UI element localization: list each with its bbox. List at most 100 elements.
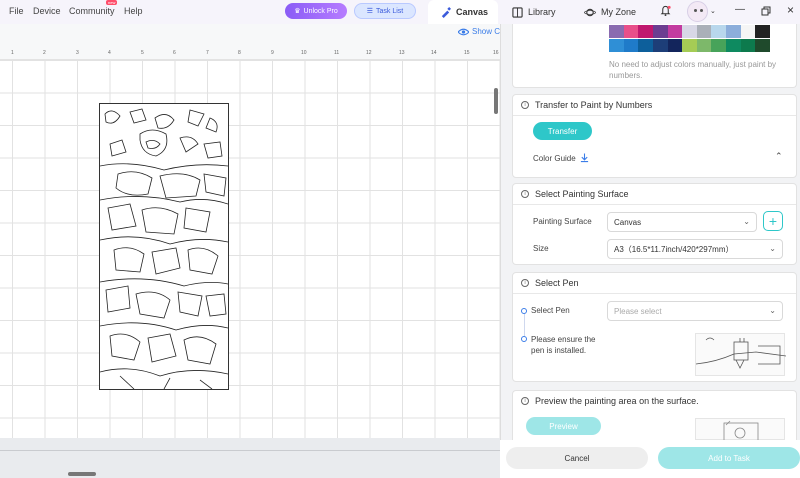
line-art-drawing xyxy=(99,108,229,390)
palette-swatch[interactable] xyxy=(638,25,653,38)
transfer-header: i Transfer to Paint by Numbers xyxy=(513,95,796,115)
show-toggle[interactable]: Show C xyxy=(458,27,500,36)
size-label: Size xyxy=(533,244,549,253)
ruler-tick: 8 xyxy=(238,50,241,56)
tab-canvas-label: Canvas xyxy=(456,7,489,17)
ruler-bottom-line xyxy=(0,450,500,451)
ruler-tick: 1 xyxy=(11,50,14,56)
chevron-down-icon[interactable]: ⌄ xyxy=(710,7,716,15)
palette-swatch[interactable] xyxy=(682,25,697,38)
palette-swatch[interactable] xyxy=(726,39,741,52)
ruler-tick: 4 xyxy=(108,50,111,56)
palette-swatch[interactable] xyxy=(726,25,741,38)
chevron-down-icon: ⌄ xyxy=(769,306,776,315)
preview-image xyxy=(695,418,785,442)
plus-icon: + xyxy=(768,213,778,229)
pen-installation-image xyxy=(695,333,787,376)
ruler-tick: 10 xyxy=(301,50,307,56)
pen-select[interactable]: Please select ⌄ xyxy=(607,301,783,321)
add-surface-button[interactable]: + xyxy=(763,211,783,231)
chevron-up-icon[interactable]: ⌃ xyxy=(775,151,783,162)
preview-header: i Preview the painting area on the surfa… xyxy=(513,391,796,411)
palette-swatch[interactable] xyxy=(653,25,668,38)
transfer-title: Transfer to Paint by Numbers xyxy=(535,100,653,110)
download-icon[interactable] xyxy=(580,153,589,163)
palette-swatch[interactable] xyxy=(755,25,770,38)
menu-device[interactable]: Device xyxy=(33,6,61,16)
cancel-button[interactable]: Cancel xyxy=(506,447,648,469)
pen-holder-illustration xyxy=(695,337,787,369)
size-value: A3（16.5*11.7inch/420*297mm） xyxy=(614,244,734,254)
vertical-scrollbar[interactable] xyxy=(494,88,498,114)
color-guide-link[interactable]: Color Guide xyxy=(533,154,576,163)
step-dot xyxy=(521,336,527,342)
palette-swatch[interactable] xyxy=(711,39,726,52)
select-pen-label: Select Pen xyxy=(531,306,570,315)
palette-swatch[interactable] xyxy=(711,25,726,38)
menu-community[interactable]: Community xyxy=(69,6,115,16)
palette-swatch[interactable] xyxy=(609,25,624,38)
restore-icon[interactable] xyxy=(761,6,771,16)
minimize-icon[interactable]: — xyxy=(735,4,745,15)
preview-button[interactable]: Preview xyxy=(526,417,601,435)
new-badge: new xyxy=(106,0,118,5)
divider xyxy=(513,115,796,116)
surface-title: Select Painting Surface xyxy=(535,189,629,199)
crown-icon: ♛ xyxy=(294,8,301,15)
palette-swatch[interactable] xyxy=(653,39,668,52)
palette-swatch[interactable] xyxy=(668,39,683,52)
line-art-artboard[interactable] xyxy=(99,103,229,390)
horizontal-scrollbar[interactable] xyxy=(68,472,96,476)
ruler-tick: 13 xyxy=(399,50,405,56)
palette-swatch[interactable] xyxy=(755,39,770,52)
unlock-pro-button[interactable]: ♛ Unlock Pro xyxy=(285,3,347,19)
task-list-button[interactable]: ☰ Task List xyxy=(354,3,416,19)
palette-swatch[interactable] xyxy=(697,39,712,52)
tab-my-zone[interactable]: My Zone xyxy=(584,0,636,24)
close-icon[interactable]: × xyxy=(787,3,794,17)
ruler-tick: 6 xyxy=(173,50,176,56)
ruler-tick: 9 xyxy=(271,50,274,56)
tab-library[interactable]: Library xyxy=(512,0,556,24)
book-icon xyxy=(512,6,523,18)
palette-swatch[interactable] xyxy=(638,39,653,52)
show-label: Show C xyxy=(472,27,501,36)
palette-swatch[interactable] xyxy=(682,39,697,52)
avatar[interactable] xyxy=(687,1,708,22)
info-icon: i xyxy=(521,190,529,198)
transfer-button[interactable]: Transfer xyxy=(533,122,592,140)
eye-icon xyxy=(458,28,469,35)
palette-swatch[interactable] xyxy=(624,39,639,52)
palette-swatch[interactable] xyxy=(609,39,624,52)
palette-swatch[interactable] xyxy=(697,25,712,38)
surface-header: i Select Painting Surface xyxy=(513,184,796,204)
chevron-down-icon: ⌄ xyxy=(743,217,750,226)
preview-illustration xyxy=(723,420,759,442)
palette-swatch[interactable] xyxy=(668,25,683,38)
painting-surface-value: Canvas xyxy=(614,217,642,227)
bell-icon[interactable] xyxy=(660,5,671,17)
unlock-pro-label: Unlock Pro xyxy=(303,7,338,15)
palette-note: No need to adjust colors manually, just … xyxy=(609,60,777,80)
planet-icon xyxy=(584,8,596,16)
menu-help[interactable]: Help xyxy=(124,6,143,16)
ruler-tick: 15 xyxy=(464,50,470,56)
preview-title: Preview the painting area on the surface… xyxy=(535,396,699,406)
pen-installed-note: Please ensure the pen is installed. xyxy=(531,335,596,355)
painting-surface-select[interactable]: Canvas ⌄ xyxy=(607,212,757,232)
info-icon: i xyxy=(521,101,529,109)
ruler-tick: 7 xyxy=(206,50,209,56)
palette-swatch[interactable] xyxy=(624,25,639,38)
task-list-label: Task List xyxy=(376,7,404,15)
menu-file[interactable]: File xyxy=(9,6,24,16)
canvas-grid[interactable] xyxy=(0,60,500,438)
ruler-numbers: 1 2 3 4 5 6 7 8 9 10 11 12 13 14 15 16 xyxy=(0,48,500,60)
palette-swatch[interactable] xyxy=(741,39,756,52)
palette-swatch[interactable] xyxy=(741,25,756,38)
size-select[interactable]: A3（16.5*11.7inch/420*297mm） ⌄ xyxy=(607,239,783,259)
tab-my-zone-label: My Zone xyxy=(601,7,637,17)
info-icon: i xyxy=(521,397,529,405)
ruler-tick: 14 xyxy=(431,50,437,56)
add-to-task-button[interactable]: Add to Task xyxy=(658,447,800,469)
tab-canvas[interactable]: Canvas xyxy=(428,0,498,24)
